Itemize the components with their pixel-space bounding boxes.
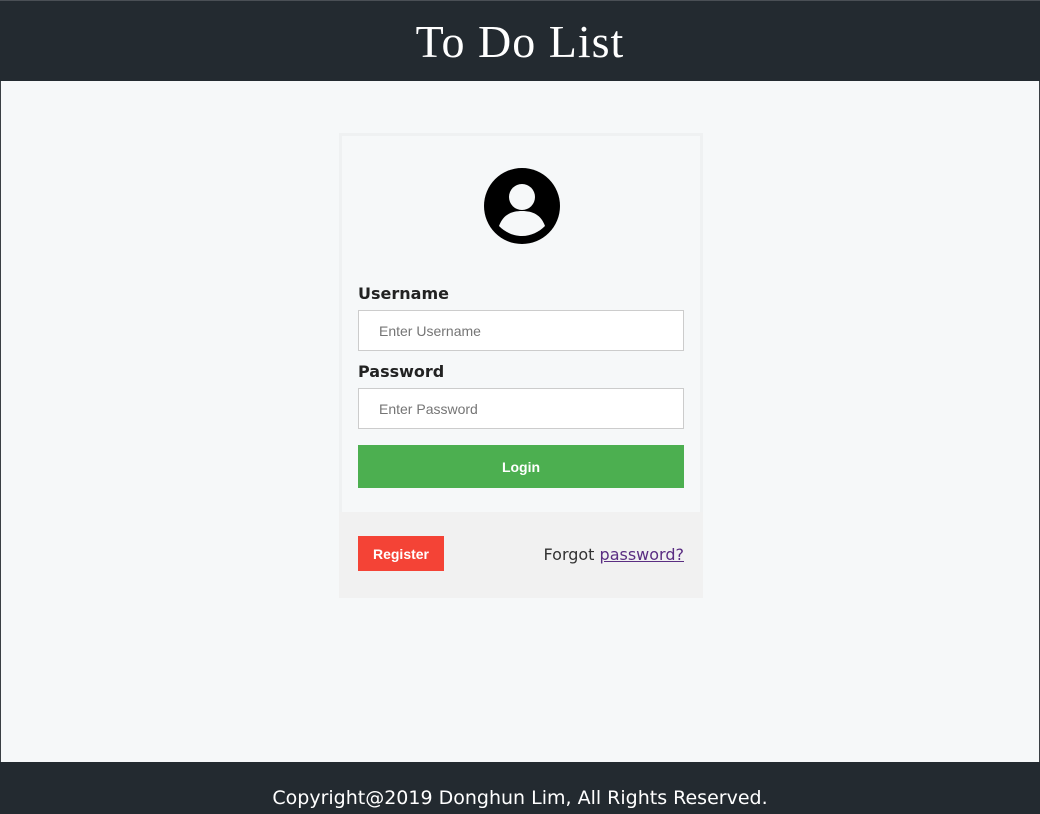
copyright-text: Copyright@2019 Donghun Lim, All Rights R… bbox=[272, 787, 768, 809]
forgot-password-link[interactable]: password? bbox=[600, 545, 684, 564]
register-button[interactable]: Register bbox=[358, 536, 444, 571]
footer-bar: Copyright@2019 Donghun Lim, All Rights R… bbox=[0, 762, 1040, 814]
username-input[interactable] bbox=[358, 310, 684, 351]
login-button[interactable]: Login bbox=[358, 445, 684, 488]
password-label: Password bbox=[358, 362, 445, 381]
user-circle-icon bbox=[484, 168, 560, 244]
header-bar: To Do List bbox=[0, 0, 1040, 81]
main-content: Username Password Login Register Forgot … bbox=[0, 81, 1040, 762]
password-input[interactable] bbox=[358, 388, 684, 429]
app-title: To Do List bbox=[415, 16, 625, 67]
forgot-label: Forgot bbox=[543, 545, 595, 564]
card-footer: Register Forgot password? bbox=[339, 512, 703, 598]
forgot-password-text: Forgot password? bbox=[544, 545, 684, 564]
login-card: Username Password Login Register Forgot … bbox=[339, 133, 703, 598]
username-label: Username bbox=[358, 284, 449, 303]
